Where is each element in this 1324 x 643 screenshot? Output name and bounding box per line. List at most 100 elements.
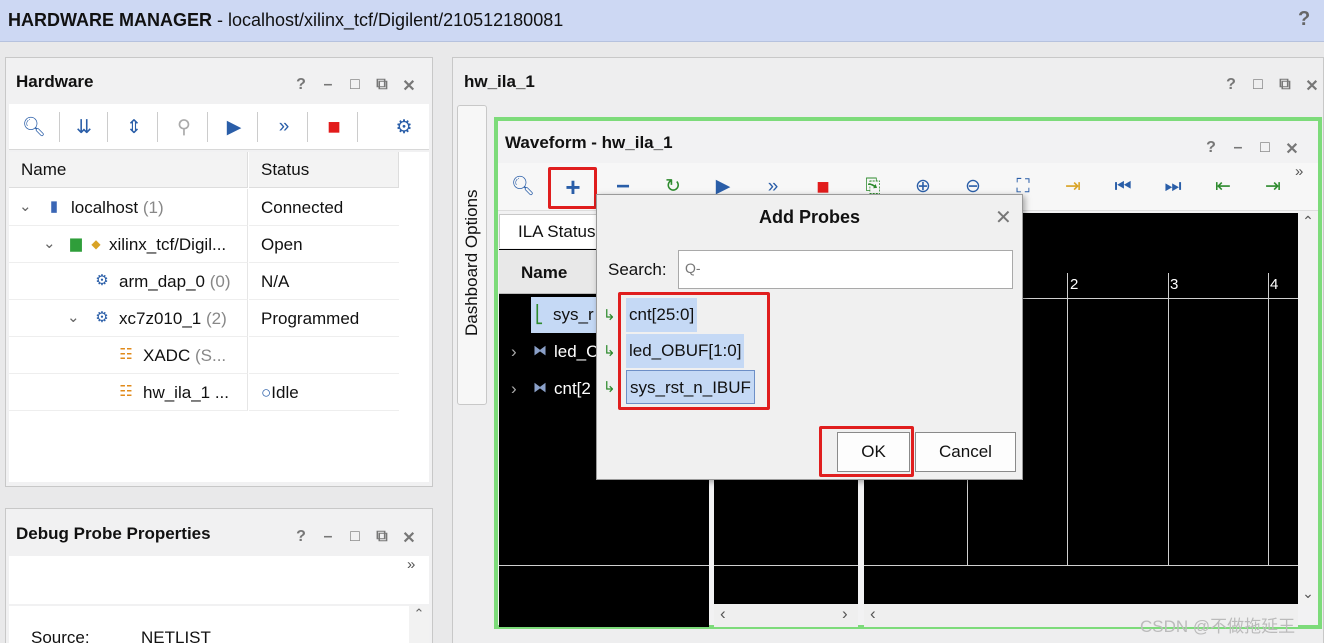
maximize-icon[interactable]: □ — [347, 528, 363, 548]
tree-row-target[interactable]: ⌄ ▆ ◆ xilinx_tcf/Digil... Open — [9, 226, 399, 263]
column-header-status[interactable]: Status — [249, 152, 399, 188]
signal-name: led_C — [554, 342, 599, 361]
minimize-icon[interactable]: – — [320, 528, 336, 548]
close-icon[interactable]: ✕ — [401, 528, 417, 548]
more-icon[interactable]: » — [407, 556, 415, 573]
help-icon[interactable]: ? — [1203, 139, 1219, 159]
add-probe-highlight — [548, 167, 597, 209]
vertical-scrollbar[interactable]: ⌃ ⌄ — [1298, 213, 1318, 606]
board-icon: ▆ — [70, 235, 82, 252]
disconnect-icon[interactable]: ⚲ — [171, 114, 197, 140]
tree-row-arm-dap[interactable]: ⚙ arm_dap_0 (0) N/A — [9, 263, 399, 300]
cancel-button[interactable]: Cancel — [915, 432, 1016, 472]
chevron-right-icon[interactable]: › — [842, 604, 848, 624]
chevron-down-icon[interactable]: ⌄ — [1298, 585, 1318, 602]
run-trigger-icon[interactable]: ▶ — [221, 114, 247, 140]
time-tick-label: 4 — [1270, 276, 1279, 293]
chip-icon: ⚙ — [95, 309, 109, 326]
time-tick-label: 3 — [1170, 276, 1179, 293]
chevron-up-icon[interactable]: ⌃ — [1298, 213, 1318, 230]
tree-status — [249, 337, 399, 374]
tree-row-xadc[interactable]: ☷ XADC (S... — [9, 337, 399, 374]
float-icon[interactable]: ⧉ — [374, 528, 390, 548]
minimize-icon[interactable]: – — [320, 76, 336, 96]
debug-probe-properties-title: Debug Probe Properties — [16, 524, 211, 543]
gear-icon[interactable]: ⚙ — [391, 114, 417, 140]
chevron-down-icon[interactable]: ⌄ — [43, 234, 56, 252]
title-bar: HARDWARE MANAGER - localhost/xilinx_tcf/… — [0, 0, 1324, 42]
chevron-down-icon[interactable]: ⌄ — [67, 308, 80, 326]
go-to-start-icon[interactable]: ⏮ — [1109, 175, 1137, 199]
ila-tab-title[interactable]: hw_ila_1 — [464, 72, 535, 92]
signal-name: sys_r — [553, 305, 594, 324]
close-icon[interactable]: ✕ — [401, 76, 417, 96]
chip-icon: ⚙ — [95, 272, 109, 289]
ila-status-tab[interactable]: ILA Status — [499, 214, 609, 248]
dashboard-options-tab[interactable]: Dashboard Options — [457, 105, 487, 405]
chevron-right-icon[interactable]: › — [511, 379, 517, 399]
divider — [499, 565, 709, 566]
window-title: HARDWARE MANAGER - localhost/xilinx_tcf/… — [8, 10, 564, 30]
stop-trigger-icon[interactable]: ■ — [321, 114, 347, 140]
bus-icon: ⧓ — [533, 379, 547, 395]
dashboard-options-label: Dashboard Options — [462, 189, 481, 336]
tree-row-xc7z010[interactable]: ⌄ ⚙ xc7z010_1 (2) Programmed — [9, 300, 399, 337]
source-label: Source: — [31, 628, 90, 643]
go-to-end-icon[interactable]: ⏭ — [1159, 175, 1187, 199]
horizontal-scrollbar[interactable]: ‹ › — [714, 604, 858, 627]
core-icon: ☷ — [119, 346, 133, 363]
float-icon[interactable]: ⧉ — [1277, 76, 1293, 96]
close-icon[interactable]: ✕ — [995, 205, 1012, 230]
column-header-name[interactable]: Name — [9, 152, 248, 188]
search-icon[interactable]: 🔍︎ — [21, 114, 47, 140]
tree-status: Open — [249, 226, 399, 263]
maximize-icon[interactable]: □ — [1250, 76, 1266, 96]
chevron-left-icon[interactable]: ‹ — [870, 604, 876, 624]
search-label: Search: — [608, 260, 667, 279]
chevron-left-icon[interactable]: ‹ — [720, 604, 726, 624]
waveform-title: Waveform - hw_ila_1 — [505, 133, 673, 152]
chevron-up-icon[interactable]: ⌃ — [409, 606, 429, 622]
tree-label: xilinx_tcf/Digil... — [109, 235, 227, 254]
tree-status: Programmed — [249, 300, 399, 337]
watermark: CSDN @不做拖延王 — [1140, 617, 1296, 636]
minimize-icon[interactable]: – — [1230, 139, 1246, 159]
help-icon[interactable]: ? — [293, 76, 309, 96]
search-icon[interactable]: 🔍︎ — [509, 175, 537, 199]
idle-circle-icon: ○ — [261, 383, 272, 402]
time-tick-label: 2 — [1070, 276, 1079, 293]
go-to-cursor-icon[interactable]: ⇥ — [1059, 175, 1087, 199]
tree-status: Connected — [249, 189, 399, 226]
run-trigger-immediate-icon[interactable]: » — [271, 114, 297, 140]
help-icon[interactable]: ? — [1298, 8, 1310, 31]
help-icon[interactable]: ? — [1223, 76, 1239, 96]
hardware-panel-title: Hardware — [16, 72, 94, 91]
signal-name: cnt[2 — [554, 379, 591, 398]
hardware-tree: Name Status ⌄ ▮ localhost (1) Connected … — [9, 152, 429, 482]
float-icon[interactable]: ⧉ — [374, 76, 390, 96]
expand-all-icon[interactable]: ⇕ — [121, 114, 147, 140]
collapse-all-icon[interactable]: ⇊ — [71, 114, 97, 140]
tree-status: N/A — [249, 263, 399, 300]
help-icon[interactable]: ? — [293, 528, 309, 548]
source-value: NETLIST — [141, 628, 211, 643]
core-icon: ☷ — [119, 383, 133, 400]
chevron-down-icon[interactable]: ⌄ — [19, 197, 32, 215]
waveform-window-controls: ? – □ ✕ — [1203, 139, 1300, 159]
tree-row-localhost[interactable]: ⌄ ▮ localhost (1) Connected — [9, 189, 399, 226]
dpp-scrollbar[interactable]: ⌃ — [409, 606, 429, 643]
tree-label: XADC (S... — [143, 346, 227, 365]
maximize-icon[interactable]: □ — [347, 76, 363, 96]
divider — [864, 565, 1298, 566]
tree-row-hw-ila[interactable]: ☷ hw_ila_1 ... ○Idle — [9, 374, 399, 411]
maximize-icon[interactable]: □ — [1257, 139, 1273, 159]
signal-icon: ↳ — [603, 379, 616, 396]
search-input[interactable]: Q- — [678, 250, 1013, 289]
grid-line — [1067, 273, 1068, 566]
close-icon[interactable]: ✕ — [1284, 139, 1300, 159]
next-transition-icon[interactable]: ⇥ — [1259, 175, 1287, 199]
more-icon[interactable]: » — [1295, 163, 1303, 180]
previous-transition-icon[interactable]: ⇤ — [1209, 175, 1237, 199]
chevron-right-icon[interactable]: › — [511, 342, 517, 362]
close-icon[interactable]: ✕ — [1304, 76, 1320, 96]
